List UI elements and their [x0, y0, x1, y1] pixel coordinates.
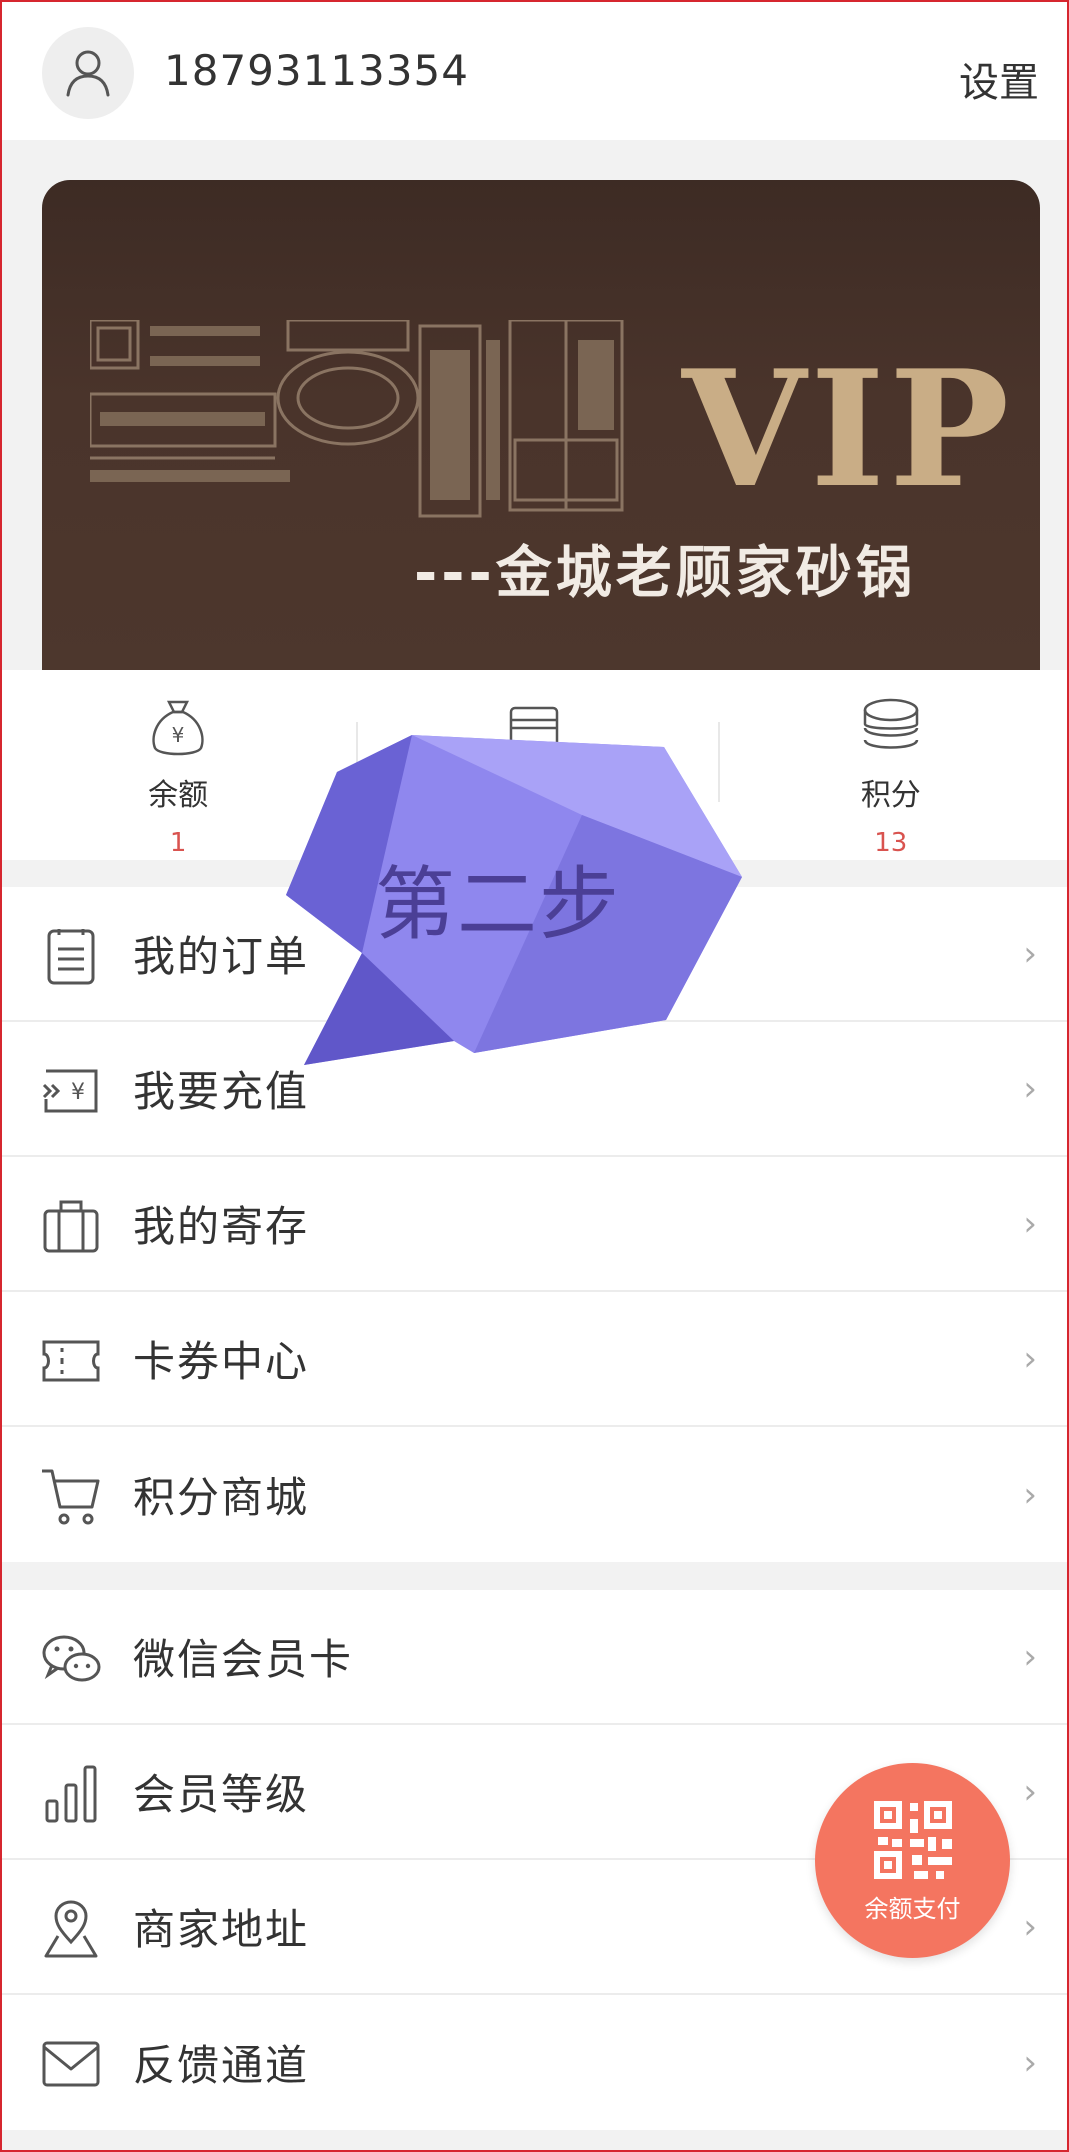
menu-item-label: 我的寄存: [133, 1202, 310, 1251]
qr-code-icon: [873, 1801, 952, 1879]
menu-item-label: 商家地址: [133, 1905, 310, 1954]
order-list-icon: [40, 925, 102, 987]
chevron-right-icon: ›: [1023, 1771, 1037, 1812]
money-bag-icon: ¥: [152, 700, 204, 756]
recharge-icon: ¥: [40, 1060, 102, 1122]
chevron-right-icon: ›: [1023, 1068, 1037, 1109]
menu-item-label: 卡券中心: [133, 1337, 310, 1386]
storage-icon: [40, 1195, 102, 1257]
vip-text: VIP: [682, 335, 1014, 523]
svg-text:¥: ¥: [172, 723, 185, 747]
stat-value: 1: [169, 828, 187, 858]
brand-name: ---金城老顾家砂锅: [414, 541, 916, 606]
phone-number: 18793113354: [164, 46, 469, 95]
coins-icon: [863, 698, 919, 749]
brand-logo-art: [90, 320, 624, 518]
user-icon: [66, 50, 110, 97]
chevron-right-icon: ›: [1023, 1203, 1037, 1244]
location-icon: [40, 1898, 102, 1960]
chevron-right-icon: ›: [1023, 2042, 1037, 2083]
settings-link[interactable]: 设置: [959, 50, 1039, 108]
chevron-right-icon: ›: [1023, 1338, 1037, 1379]
avatar[interactable]: [42, 27, 134, 119]
menu-item-coupons[interactable]: 卡券中心 ›: [0, 1292, 1069, 1427]
cart-icon: [40, 1465, 102, 1527]
profile-header: 18793113354 设置: [0, 0, 1069, 140]
coupon-icon: [40, 1330, 102, 1392]
menu-item-label: 会员等级: [133, 1770, 310, 1819]
chevron-right-icon: ›: [1023, 933, 1037, 974]
balance-pay-button[interactable]: 余额支付: [815, 1763, 1010, 1958]
chevron-right-icon: ›: [1023, 1636, 1037, 1677]
menu-item-label: 微信会员卡: [133, 1635, 354, 1684]
chevron-right-icon: ›: [1023, 1906, 1037, 1947]
menu-item-label: 积分商城: [133, 1473, 310, 1522]
wechat-icon: [40, 1628, 102, 1690]
menu-item-storage[interactable]: 我的寄存 ›: [0, 1157, 1069, 1292]
svg-text:¥: ¥: [71, 1080, 85, 1105]
menu-item-points-mall[interactable]: 积分商城 ›: [0, 1427, 1069, 1562]
menu-item-label: 反馈通道: [133, 2041, 310, 2090]
level-bars-icon: [40, 1763, 102, 1825]
chevron-right-icon: ›: [1023, 1474, 1037, 1515]
stat-value: 13: [874, 828, 908, 858]
pay-button-label: 余额支付: [864, 1895, 961, 1923]
menu-item-feedback[interactable]: 反馈通道 ›: [0, 1995, 1069, 2130]
mail-icon: [40, 2033, 102, 2095]
menu-item-wechat-card[interactable]: 微信会员卡 ›: [0, 1590, 1069, 1725]
step-callout-text: 第二步: [375, 858, 621, 951]
vip-card-banner[interactable]: VIP ---金城老顾家砂锅: [42, 180, 1040, 670]
stat-points[interactable]: 积分 13: [713, 670, 1069, 860]
stat-label: 余额: [148, 778, 209, 813]
stat-label: 积分: [860, 778, 921, 813]
